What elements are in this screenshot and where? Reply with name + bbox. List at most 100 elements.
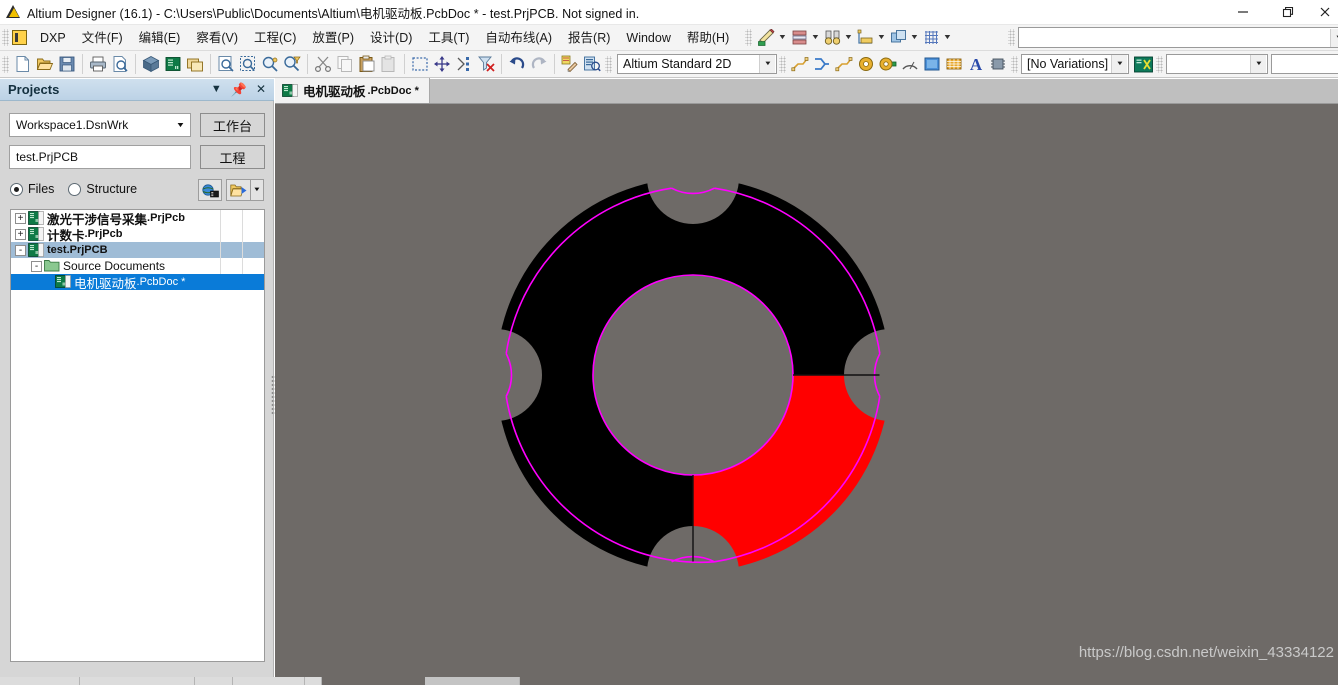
address-bar[interactable] (1018, 27, 1338, 48)
pcb-canvas[interactable]: https://blog.csdn.net/weixin_43334122 (275, 104, 1338, 677)
move-icon[interactable] (431, 53, 453, 75)
clear-filter-icon[interactable] (475, 53, 497, 75)
toolbar-grip-6[interactable] (1156, 55, 1163, 73)
pcb-document-icon[interactable] (162, 53, 184, 75)
menu-item-design[interactable]: 设计(D) (362, 27, 420, 49)
place-polygon-icon[interactable] (943, 53, 965, 75)
highlight-pen-icon[interactable] (559, 53, 581, 75)
menu-item-project[interactable]: 工程(C) (246, 27, 304, 49)
address-grip-handle[interactable] (1008, 29, 1016, 46)
open-project-dropdown-icon[interactable] (250, 179, 264, 201)
chevron-down-icon-4[interactable] (876, 27, 887, 49)
document-tab-motor-driver[interactable]: 电机驱动板 .PcbDoc * (275, 78, 430, 103)
toolbar-grip-3[interactable] (605, 55, 612, 73)
zoom-area-icon[interactable] (237, 53, 259, 75)
extra-combo-1-dropdown-icon[interactable] (1250, 55, 1266, 73)
align-icon[interactable] (453, 53, 475, 75)
undo-icon[interactable] (506, 53, 528, 75)
tree-item-source-documents[interactable]: - Source Documents (11, 258, 264, 274)
tree-expander[interactable]: + (15, 212, 26, 224)
place-interactive-routing-icon[interactable] (811, 53, 833, 75)
ruler-pencil-icon[interactable] (755, 27, 777, 49)
place-track-icon[interactable] (789, 53, 811, 75)
print-icon[interactable] (87, 53, 109, 75)
place-arc-icon[interactable] (899, 53, 921, 75)
redo-icon[interactable] (528, 53, 550, 75)
paste-special-icon[interactable] (378, 53, 400, 75)
project-button[interactable]: 工程 (200, 145, 265, 169)
toolbar-grip-4[interactable] (779, 55, 786, 73)
tree-expander[interactable]: - (31, 260, 42, 272)
menu-item-tools[interactable]: 工具(T) (420, 27, 477, 49)
project-options-icon[interactable] (198, 179, 222, 201)
chevron-down-icon-3[interactable] (843, 27, 854, 49)
minimize-button[interactable] (1220, 0, 1265, 25)
toolbar-grip-2[interactable] (2, 55, 9, 73)
zoom-in-icon[interactable] (259, 53, 281, 75)
menu-item-file[interactable]: 文件(F) (74, 27, 131, 49)
layer-stack-icon[interactable] (788, 27, 810, 49)
board-3d-icon[interactable] (140, 53, 162, 75)
radio-structure[interactable]: Structure (68, 182, 137, 196)
binoculars-icon[interactable] (821, 27, 843, 49)
chevron-down-icon-2[interactable] (810, 27, 821, 49)
chevron-down-icon-1[interactable] (777, 27, 788, 49)
save-document-icon[interactable] (56, 53, 78, 75)
tree-item-counter-card-project[interactable]: + 计数卡 .PrjPcb (11, 226, 264, 243)
radio-files[interactable]: Files (10, 182, 54, 196)
menu-item-place[interactable]: 放置(P) (304, 27, 362, 49)
zoom-document-icon[interactable] (215, 53, 237, 75)
address-dropdown-icon[interactable] (1330, 28, 1338, 47)
paste-icon[interactable] (356, 53, 378, 75)
toolbar-grip-handle-1[interactable] (745, 29, 753, 46)
menu-item-reports[interactable]: 报告(R) (560, 27, 618, 49)
extra-combo-1[interactable] (1166, 54, 1268, 74)
variant-icon[interactable] (1132, 53, 1154, 75)
project-tree[interactable]: + 激光干涉信号采集 .PrjPcb + 计数卡 .PrjPcb - test … (10, 209, 265, 662)
menu-item-window[interactable]: Window (618, 27, 678, 49)
menu-item-edit[interactable]: 编辑(E) (131, 27, 189, 49)
zoom-filter-icon[interactable] (281, 53, 303, 75)
tree-item-test-project[interactable]: - test .PrjPCB (11, 242, 264, 258)
place-pad-icon[interactable] (877, 53, 899, 75)
cross-probe-icon[interactable] (581, 53, 603, 75)
menu-item-view[interactable]: 察看(V) (188, 27, 246, 49)
workspace-dropdown-icon[interactable] (170, 122, 190, 129)
chevron-down-icon-6[interactable] (942, 27, 953, 49)
chevron-down-icon-5[interactable] (909, 27, 920, 49)
cut-icon[interactable] (312, 53, 334, 75)
workspace-combo[interactable]: Workspace1.DsnWrk (9, 113, 191, 137)
extra-combo-2[interactable] (1271, 54, 1338, 74)
tree-expander[interactable]: + (15, 228, 26, 240)
workspace-button[interactable]: 工作台 (200, 113, 265, 137)
maximize-restore-button[interactable] (1265, 0, 1310, 25)
print-preview-icon[interactable] (109, 53, 131, 75)
menu-item-autoroute[interactable]: 自动布线(A) (477, 27, 560, 49)
board-regions-icon[interactable] (887, 27, 909, 49)
menu-grip-handle[interactable] (2, 29, 9, 46)
tree-expander[interactable]: - (15, 244, 26, 256)
tree-item-motor-driver-doc[interactable]: 电机驱动板 .PcbDoc * (11, 274, 264, 291)
view-configuration-dropdown-icon[interactable] (759, 55, 775, 73)
toolbar-grip-5[interactable] (1011, 55, 1018, 73)
variations-combo[interactable]: [No Variations] (1021, 54, 1129, 74)
select-area-icon[interactable] (409, 53, 431, 75)
copy-icon[interactable] (334, 53, 356, 75)
menu-item-help[interactable]: 帮助(H) (679, 27, 737, 49)
open-document-icon[interactable] (34, 53, 56, 75)
variations-dropdown-icon[interactable] (1111, 55, 1127, 73)
place-fill-icon[interactable] (921, 53, 943, 75)
measure-icon[interactable] (854, 27, 876, 49)
open-project-icon[interactable] (226, 179, 250, 201)
menu-item-dxp[interactable]: DXP (32, 27, 74, 49)
new-document-icon[interactable] (12, 53, 34, 75)
close-icon[interactable]: ✕ (256, 83, 266, 95)
view-configuration-combo[interactable]: Altium Standard 2D (617, 54, 777, 74)
pin-icon[interactable]: 📌 (231, 83, 247, 96)
place-string-icon[interactable]: A (965, 53, 987, 75)
grid-icon[interactable] (920, 27, 942, 49)
place-line-icon[interactable] (833, 53, 855, 75)
chevron-down-icon[interactable]: ▼ (211, 84, 222, 95)
place-component-icon[interactable] (987, 53, 1009, 75)
place-via-icon[interactable] (855, 53, 877, 75)
